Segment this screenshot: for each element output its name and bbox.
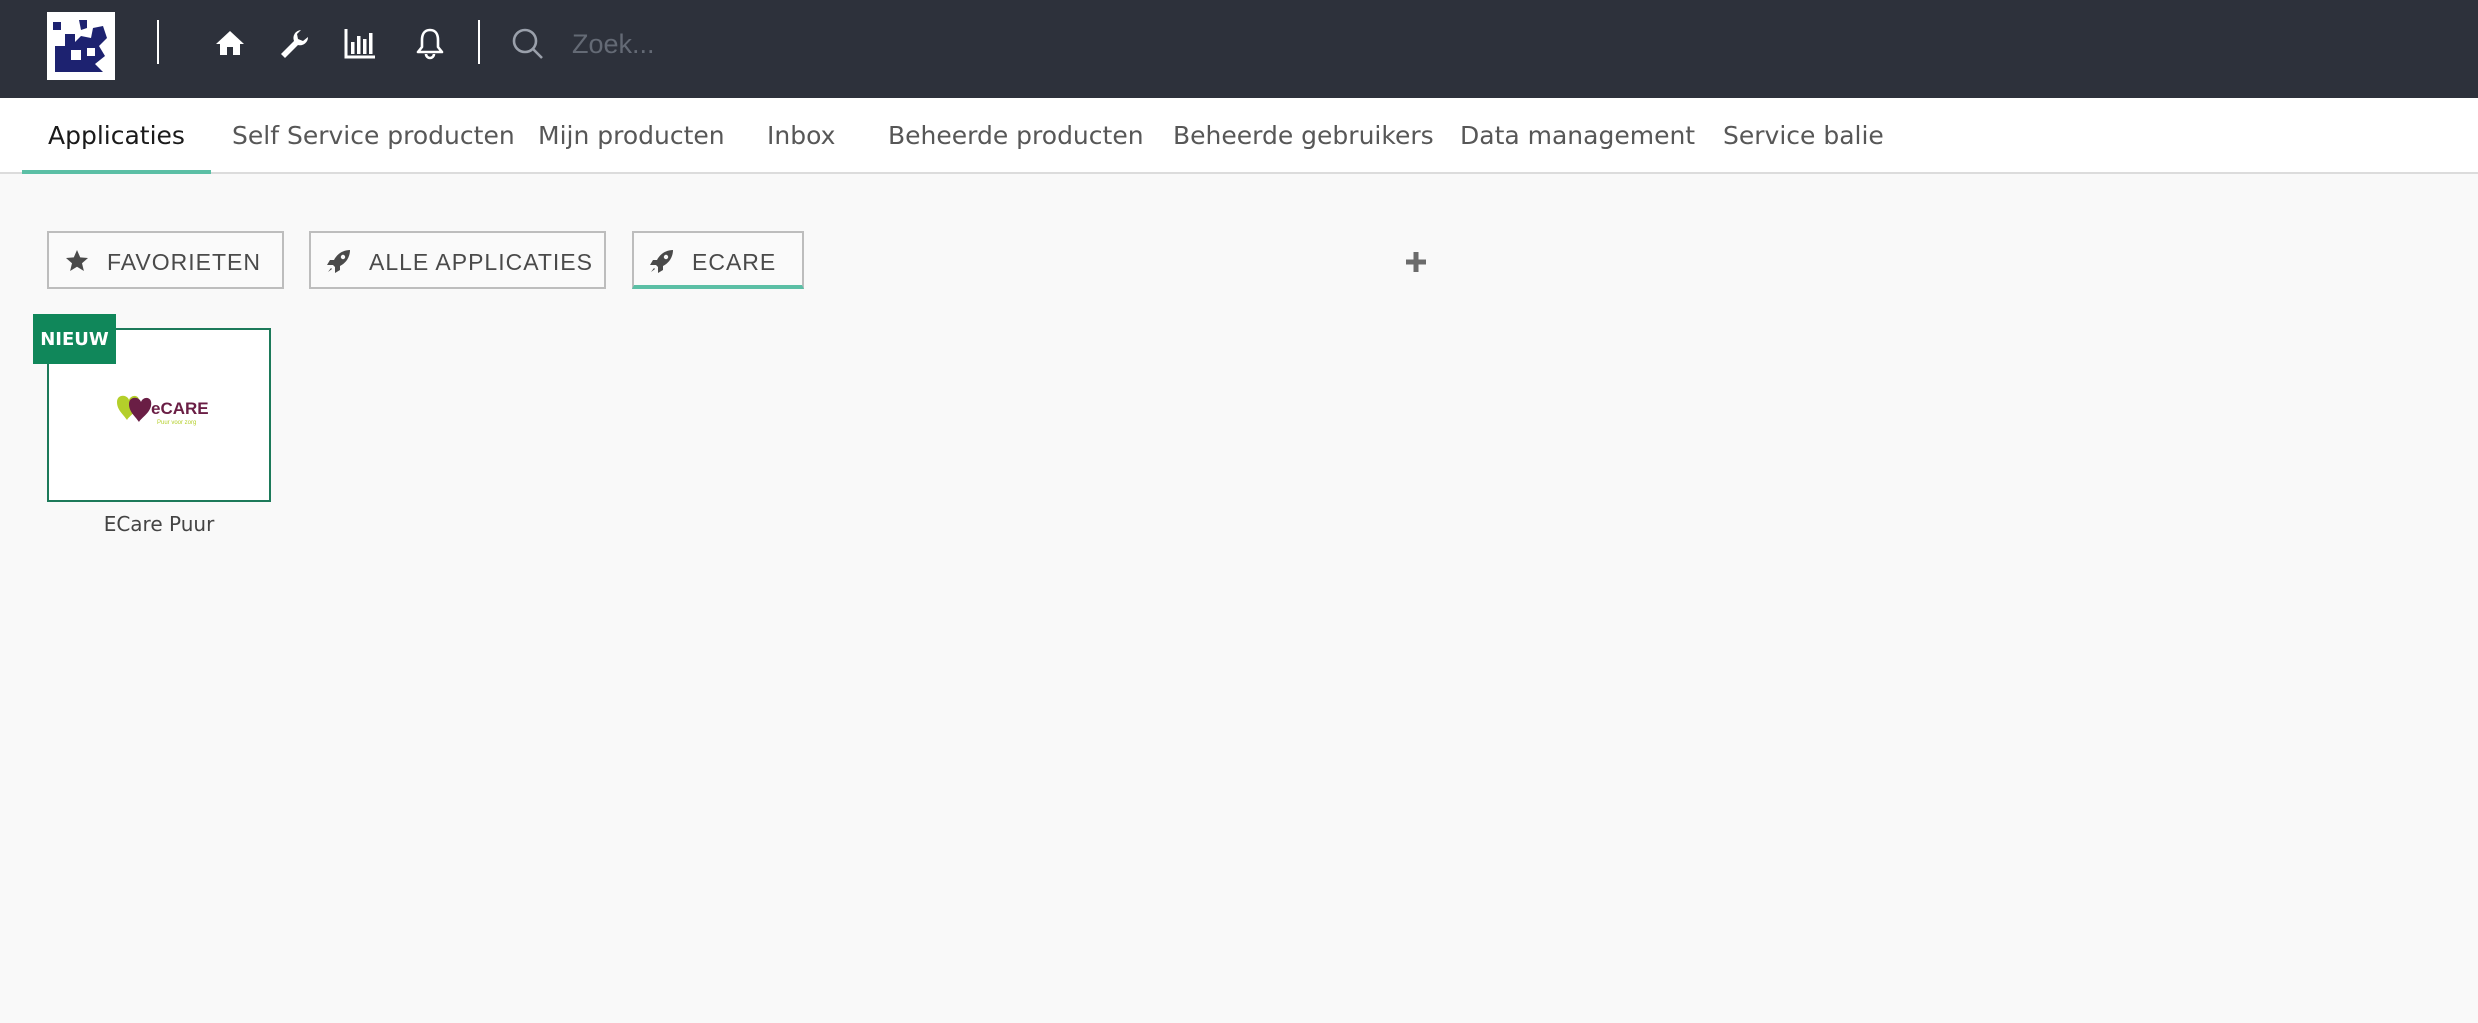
- category-favorieten-button[interactable]: FAVORIETEN: [47, 231, 284, 289]
- ecare-logo-icon: eCARE Puur voor zorg: [117, 395, 209, 426]
- main-nav: Applicaties Self Service producten Mijn …: [0, 98, 2478, 174]
- tab-inbox[interactable]: Inbox: [767, 98, 835, 172]
- category-ecare-button[interactable]: ECARE: [632, 231, 804, 289]
- category-label: ALLE APPLICATIES: [369, 249, 593, 275]
- home-icon[interactable]: [213, 26, 247, 60]
- tab-service-balie[interactable]: Service balie: [1723, 98, 1884, 172]
- top-bar: [0, 0, 2478, 98]
- tab-beheerde-producten[interactable]: Beheerde producten: [888, 98, 1144, 172]
- add-category-button[interactable]: [1400, 246, 1432, 278]
- bar-chart-icon[interactable]: [343, 26, 377, 60]
- category-label: ECARE: [692, 249, 777, 275]
- company-logo[interactable]: [47, 12, 115, 80]
- rocket-icon: [650, 250, 673, 273]
- tab-beheerde-gebruikers[interactable]: Beheerde gebruikers: [1173, 98, 1434, 172]
- logo-mark-icon: [51, 16, 111, 76]
- bell-icon[interactable]: [413, 26, 447, 60]
- new-badge: NIEUW: [33, 314, 116, 364]
- app-tile-label: ECare Puur: [103, 512, 215, 536]
- search-input[interactable]: [570, 20, 1274, 68]
- divider: [157, 20, 159, 64]
- category-label: FAVORIETEN: [107, 249, 261, 275]
- tab-data-management[interactable]: Data management: [1460, 98, 1695, 172]
- plus-icon: [1406, 252, 1426, 272]
- rocket-icon: [327, 250, 350, 273]
- svg-text:eCARE: eCARE: [151, 399, 209, 418]
- search-icon[interactable]: [510, 26, 546, 62]
- tab-applicaties[interactable]: Applicaties: [22, 98, 211, 174]
- tab-self-service-producten[interactable]: Self Service producten: [232, 98, 515, 172]
- wrench-icon[interactable]: [277, 26, 311, 60]
- divider: [478, 20, 480, 64]
- svg-text:Puur voor zorg: Puur voor zorg: [157, 420, 196, 426]
- star-icon: [66, 250, 88, 271]
- tab-mijn-producten[interactable]: Mijn producten: [538, 98, 725, 172]
- category-alle-applicaties-button[interactable]: ALLE APPLICATIES: [309, 231, 606, 289]
